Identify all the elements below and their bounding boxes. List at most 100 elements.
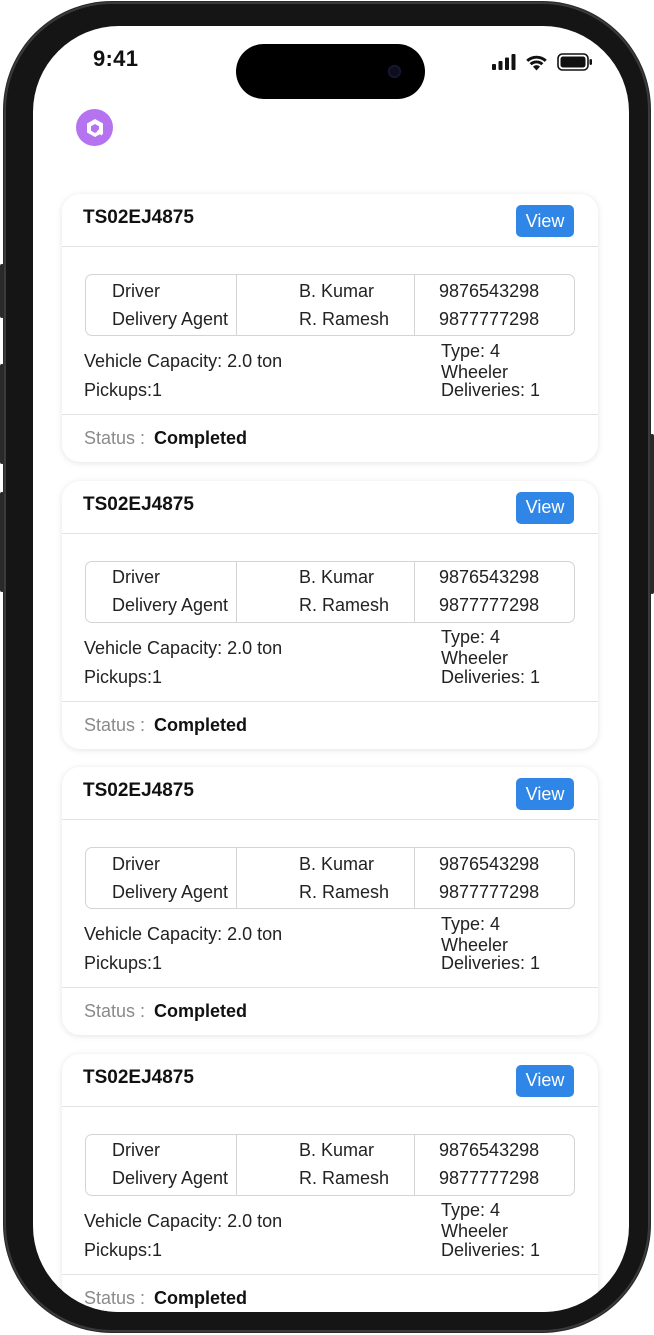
vehicle-capacity: Vehicle Capacity: 2.0 ton <box>84 1210 283 1231</box>
status-label: Status : <box>84 428 146 448</box>
crew-names: B. Kumar R. Ramesh <box>237 848 415 908</box>
crew-table: Driver Delivery Agent B. Kumar R. Ramesh… <box>85 274 575 336</box>
crew-roles: Driver Delivery Agent <box>86 275 237 335</box>
app-logo-icon[interactable] <box>76 109 113 146</box>
driver-role: Driver <box>112 280 160 301</box>
vehicle-number: TS02EJ4875 <box>83 493 194 515</box>
trip-card: TS02EJ4875 View Driver Delivery Agent B.… <box>62 767 598 1035</box>
trip-status: Status : Completed <box>62 1273 598 1313</box>
vehicle-capacity: Vehicle Capacity: 2.0 ton <box>84 637 283 658</box>
dynamic-island <box>236 44 425 99</box>
crew-table: Driver Delivery Agent B. Kumar R. Ramesh… <box>85 1133 575 1196</box>
trip-info: Vehicle Capacity: 2.0 ton Type: 4 Wheele… <box>84 627 569 692</box>
vehicle-number: TS02EJ4875 <box>83 780 194 801</box>
vehicle-number: TS02EJ4875 <box>83 207 194 228</box>
status-value: Completed <box>154 1001 248 1021</box>
trip-list: TS02EJ4875 View Driver Delivery Agent B.… <box>62 194 600 1312</box>
crew-names: B. Kumar R. Ramesh <box>237 561 415 622</box>
agent-phone[interactable]: 9877777298 <box>439 1168 574 1189</box>
trip-card-header: TS02EJ4875 View <box>62 767 598 820</box>
crew-roles: Driver Delivery Agent <box>86 848 237 908</box>
pickups-count: Pickups:1 <box>84 1239 163 1260</box>
driver-name: B. Kumar <box>299 1140 375 1160</box>
agent-phone[interactable]: 9877777298 <box>439 595 574 616</box>
volume-down-button <box>0 492 4 592</box>
crew-phones: 9876543298 9877777298 <box>415 562 574 622</box>
crew-phones: 9876543298 9877777298 <box>415 848 574 908</box>
deliveries-count: Deliveries: 1 <box>441 953 541 973</box>
trip-card: TS02EJ4875 View Driver Delivery Agent B.… <box>62 194 598 462</box>
vehicle-capacity: Vehicle Capacity: 2.0 ton <box>84 924 283 944</box>
status-time: 9:41 <box>93 46 139 71</box>
trip-status: Status : Completed <box>62 700 598 749</box>
agent-name: R. Ramesh <box>299 595 390 615</box>
pickups-count: Pickups:1 <box>84 380 163 400</box>
driver-role: Driver <box>112 1140 160 1160</box>
view-button[interactable]: View <box>516 1064 574 1097</box>
agent-role: Delivery Agent <box>112 1168 229 1188</box>
battery-icon <box>557 53 593 76</box>
trip-info: Vehicle Capacity: 2.0 ton Type: 4 Wheele… <box>84 1200 569 1265</box>
status-label: Status : <box>84 714 146 735</box>
deliveries-count: Deliveries: 1 <box>441 380 541 400</box>
pickups-count: Pickups:1 <box>84 666 163 687</box>
volume-up-button <box>0 364 4 464</box>
view-button[interactable]: View <box>516 778 574 810</box>
vehicle-capacity: Vehicle Capacity: 2.0 ton <box>84 351 283 371</box>
vehicle-type: Type: 4 Wheeler <box>441 1200 509 1241</box>
action-button <box>0 264 4 318</box>
crew-names: B. Kumar R. Ramesh <box>237 275 415 335</box>
driver-phone[interactable]: 9876543298 <box>439 281 574 302</box>
status-bar: 9:41 <box>33 26 629 99</box>
driver-role: Driver <box>112 853 160 874</box>
trip-status: Status : Completed <box>62 987 598 1035</box>
agent-phone[interactable]: 9877777298 <box>439 309 574 330</box>
trip-info: Vehicle Capacity: 2.0 ton Type: 4 Wheele… <box>84 341 569 405</box>
trip-info: Vehicle Capacity: 2.0 ton Type: 4 Wheele… <box>84 914 569 978</box>
pickups-count: Pickups:1 <box>84 953 163 973</box>
status-value: Completed <box>154 428 248 448</box>
trip-card: TS02EJ4875 View Driver Delivery Agent B.… <box>62 480 598 749</box>
agent-role: Delivery Agent <box>112 308 229 329</box>
driver-role: Driver <box>112 567 160 587</box>
driver-phone[interactable]: 9876543298 <box>439 567 574 588</box>
status-label: Status : <box>84 1287 146 1308</box>
agent-phone[interactable]: 9877777298 <box>439 882 574 903</box>
vehicle-type: Type: 4 Wheeler <box>441 627 509 668</box>
agent-name: R. Ramesh <box>299 881 390 902</box>
crew-names: B. Kumar R. Ramesh <box>237 1134 415 1195</box>
power-button <box>650 434 654 594</box>
deliveries-count: Deliveries: 1 <box>441 1239 541 1260</box>
view-button[interactable]: View <box>516 491 574 524</box>
trip-card-header: TS02EJ4875 View <box>62 481 598 534</box>
driver-name: B. Kumar <box>299 853 375 874</box>
agent-name: R. Ramesh <box>299 1168 390 1188</box>
agent-role: Delivery Agent <box>112 595 229 615</box>
deliveries-count: Deliveries: 1 <box>441 666 541 687</box>
cellular-signal-icon <box>492 54 516 75</box>
status-value: Completed <box>154 714 248 735</box>
trip-card-header: TS02EJ4875 View <box>62 1054 598 1107</box>
driver-name: B. Kumar <box>299 567 375 587</box>
wifi-icon <box>525 54 548 76</box>
trip-status: Status : Completed <box>62 414 598 462</box>
status-value: Completed <box>154 1287 248 1308</box>
vehicle-type: Type: 4 Wheeler <box>441 913 509 955</box>
crew-roles: Driver Delivery Agent <box>86 561 237 622</box>
agent-name: R. Ramesh <box>299 308 390 329</box>
trip-card-header: TS02EJ4875 View <box>62 194 598 247</box>
phone-frame: 9:41 TS02EJ4875 View Driver Delivery Age… <box>0 2 654 1332</box>
view-button[interactable]: View <box>516 205 574 237</box>
driver-phone[interactable]: 9876543298 <box>439 854 574 875</box>
driver-phone[interactable]: 9876543298 <box>439 1140 574 1161</box>
agent-role: Delivery Agent <box>112 881 229 902</box>
screen: 9:41 TS02EJ4875 View Driver Delivery Age… <box>33 26 629 1312</box>
driver-name: B. Kumar <box>299 280 375 301</box>
trip-card: TS02EJ4875 View Driver Delivery Agent B.… <box>62 1053 598 1313</box>
status-label: Status : <box>84 1001 146 1021</box>
vehicle-number: TS02EJ4875 <box>83 1066 194 1088</box>
crew-phones: 9876543298 9877777298 <box>415 275 574 335</box>
vehicle-type: Type: 4 Wheeler <box>441 340 509 382</box>
crew-table: Driver Delivery Agent B. Kumar R. Ramesh… <box>85 847 575 909</box>
system-icons <box>492 53 593 76</box>
